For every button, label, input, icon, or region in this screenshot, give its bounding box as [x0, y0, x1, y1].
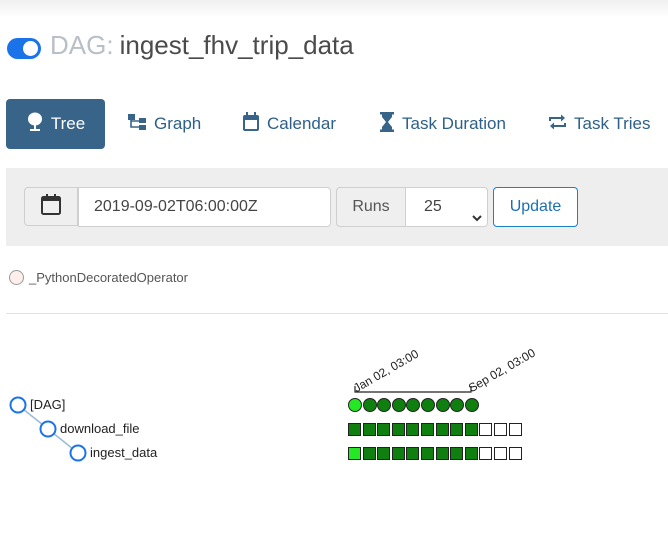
task-instance-square[interactable]	[479, 447, 493, 460]
divider	[6, 313, 668, 314]
tab-task-tries[interactable]: Task Tries	[548, 99, 651, 149]
task-instance-square[interactable]	[450, 423, 464, 436]
dag-run-circle[interactable]	[421, 398, 435, 412]
tab-calendar[interactable]: Calendar	[242, 99, 336, 149]
base-date-input[interactable]: 2019-09-02T06:00:00Z	[78, 187, 331, 227]
tab-graph[interactable]: Graph	[127, 99, 201, 149]
dag-run-circle[interactable]	[391, 398, 406, 412]
node-label-download-file: download_file	[60, 421, 140, 436]
hourglass-icon	[379, 111, 395, 137]
task-instance-square[interactable]	[377, 447, 391, 460]
dag-run-circle[interactable]	[464, 398, 479, 412]
task-instance-square[interactable]	[450, 447, 464, 460]
dag-pause-toggle[interactable]	[7, 38, 41, 59]
task-instance-square[interactable]	[377, 423, 391, 436]
retry-icon	[548, 113, 567, 136]
dag-run-circle[interactable]	[348, 398, 362, 412]
update-button[interactable]: Update	[493, 187, 578, 227]
task-instance-square[interactable]	[391, 423, 405, 436]
operator-legend-swatch	[9, 270, 24, 285]
calendar-icon	[41, 193, 61, 220]
tab-graph-label: Graph	[154, 114, 202, 133]
task-instance-square[interactable]	[494, 423, 507, 436]
task-instance-square[interactable]	[406, 423, 420, 436]
date-range-axis	[354, 386, 472, 393]
tree-node-download-file[interactable]	[39, 420, 57, 438]
tab-tree[interactable]: Tree	[6, 99, 105, 149]
task-instance-square[interactable]	[464, 447, 478, 460]
task-instance-square[interactable]	[362, 447, 376, 460]
operator-legend-label: _PythonDecoratedOperator	[29, 270, 188, 285]
tab-task-tries-label: Task Tries	[574, 114, 651, 133]
top-shade	[0, 0, 668, 18]
node-label-ingest-data: ingest_data	[90, 445, 158, 460]
toggle-knob	[23, 41, 38, 56]
title-prefix: DAG:	[50, 30, 114, 60]
dag-run-circle[interactable]	[362, 398, 377, 412]
node-label-dag: [DAG]	[30, 397, 66, 412]
graph-icon	[127, 113, 147, 136]
num-runs-select[interactable]: 25	[405, 187, 488, 227]
task-instance-square[interactable]	[435, 447, 449, 460]
task-instance-square[interactable]	[348, 423, 361, 436]
tab-calendar-label: Calendar	[267, 114, 336, 133]
task-instance-square[interactable]	[421, 423, 434, 436]
num-runs-value: 25	[424, 198, 442, 215]
task-instance-square[interactable]	[348, 447, 361, 460]
calendar-icon	[242, 111, 260, 137]
task-instance-square[interactable]	[494, 447, 507, 460]
task-instance-square[interactable]	[479, 423, 493, 436]
runs-label: Runs	[336, 187, 406, 227]
task-instance-square[interactable]	[421, 447, 434, 460]
page-title: DAG: ingest_fhv_trip_data	[50, 30, 354, 61]
task-instance-square[interactable]	[362, 423, 376, 436]
chevron-down-icon	[471, 201, 483, 239]
task-instance-square[interactable]	[406, 447, 420, 460]
task-instance-square[interactable]	[391, 447, 405, 460]
tree-node-ingest-data[interactable]	[69, 444, 87, 462]
tab-task-duration[interactable]: Task Duration	[379, 99, 506, 149]
dag-run-circle[interactable]	[435, 398, 450, 412]
task-instance-square[interactable]	[508, 423, 522, 436]
task-instance-square[interactable]	[508, 447, 522, 460]
tab-task-duration-label: Task Duration	[402, 114, 506, 133]
date-picker-button[interactable]	[24, 187, 78, 226]
task-instance-square[interactable]	[435, 423, 449, 436]
tree-node-dag[interactable]	[9, 396, 27, 414]
tree-icon	[26, 112, 44, 137]
task-instance-square[interactable]	[464, 423, 478, 436]
dag-id: ingest_fhv_trip_data	[119, 30, 354, 60]
tab-tree-label: Tree	[50, 114, 86, 133]
